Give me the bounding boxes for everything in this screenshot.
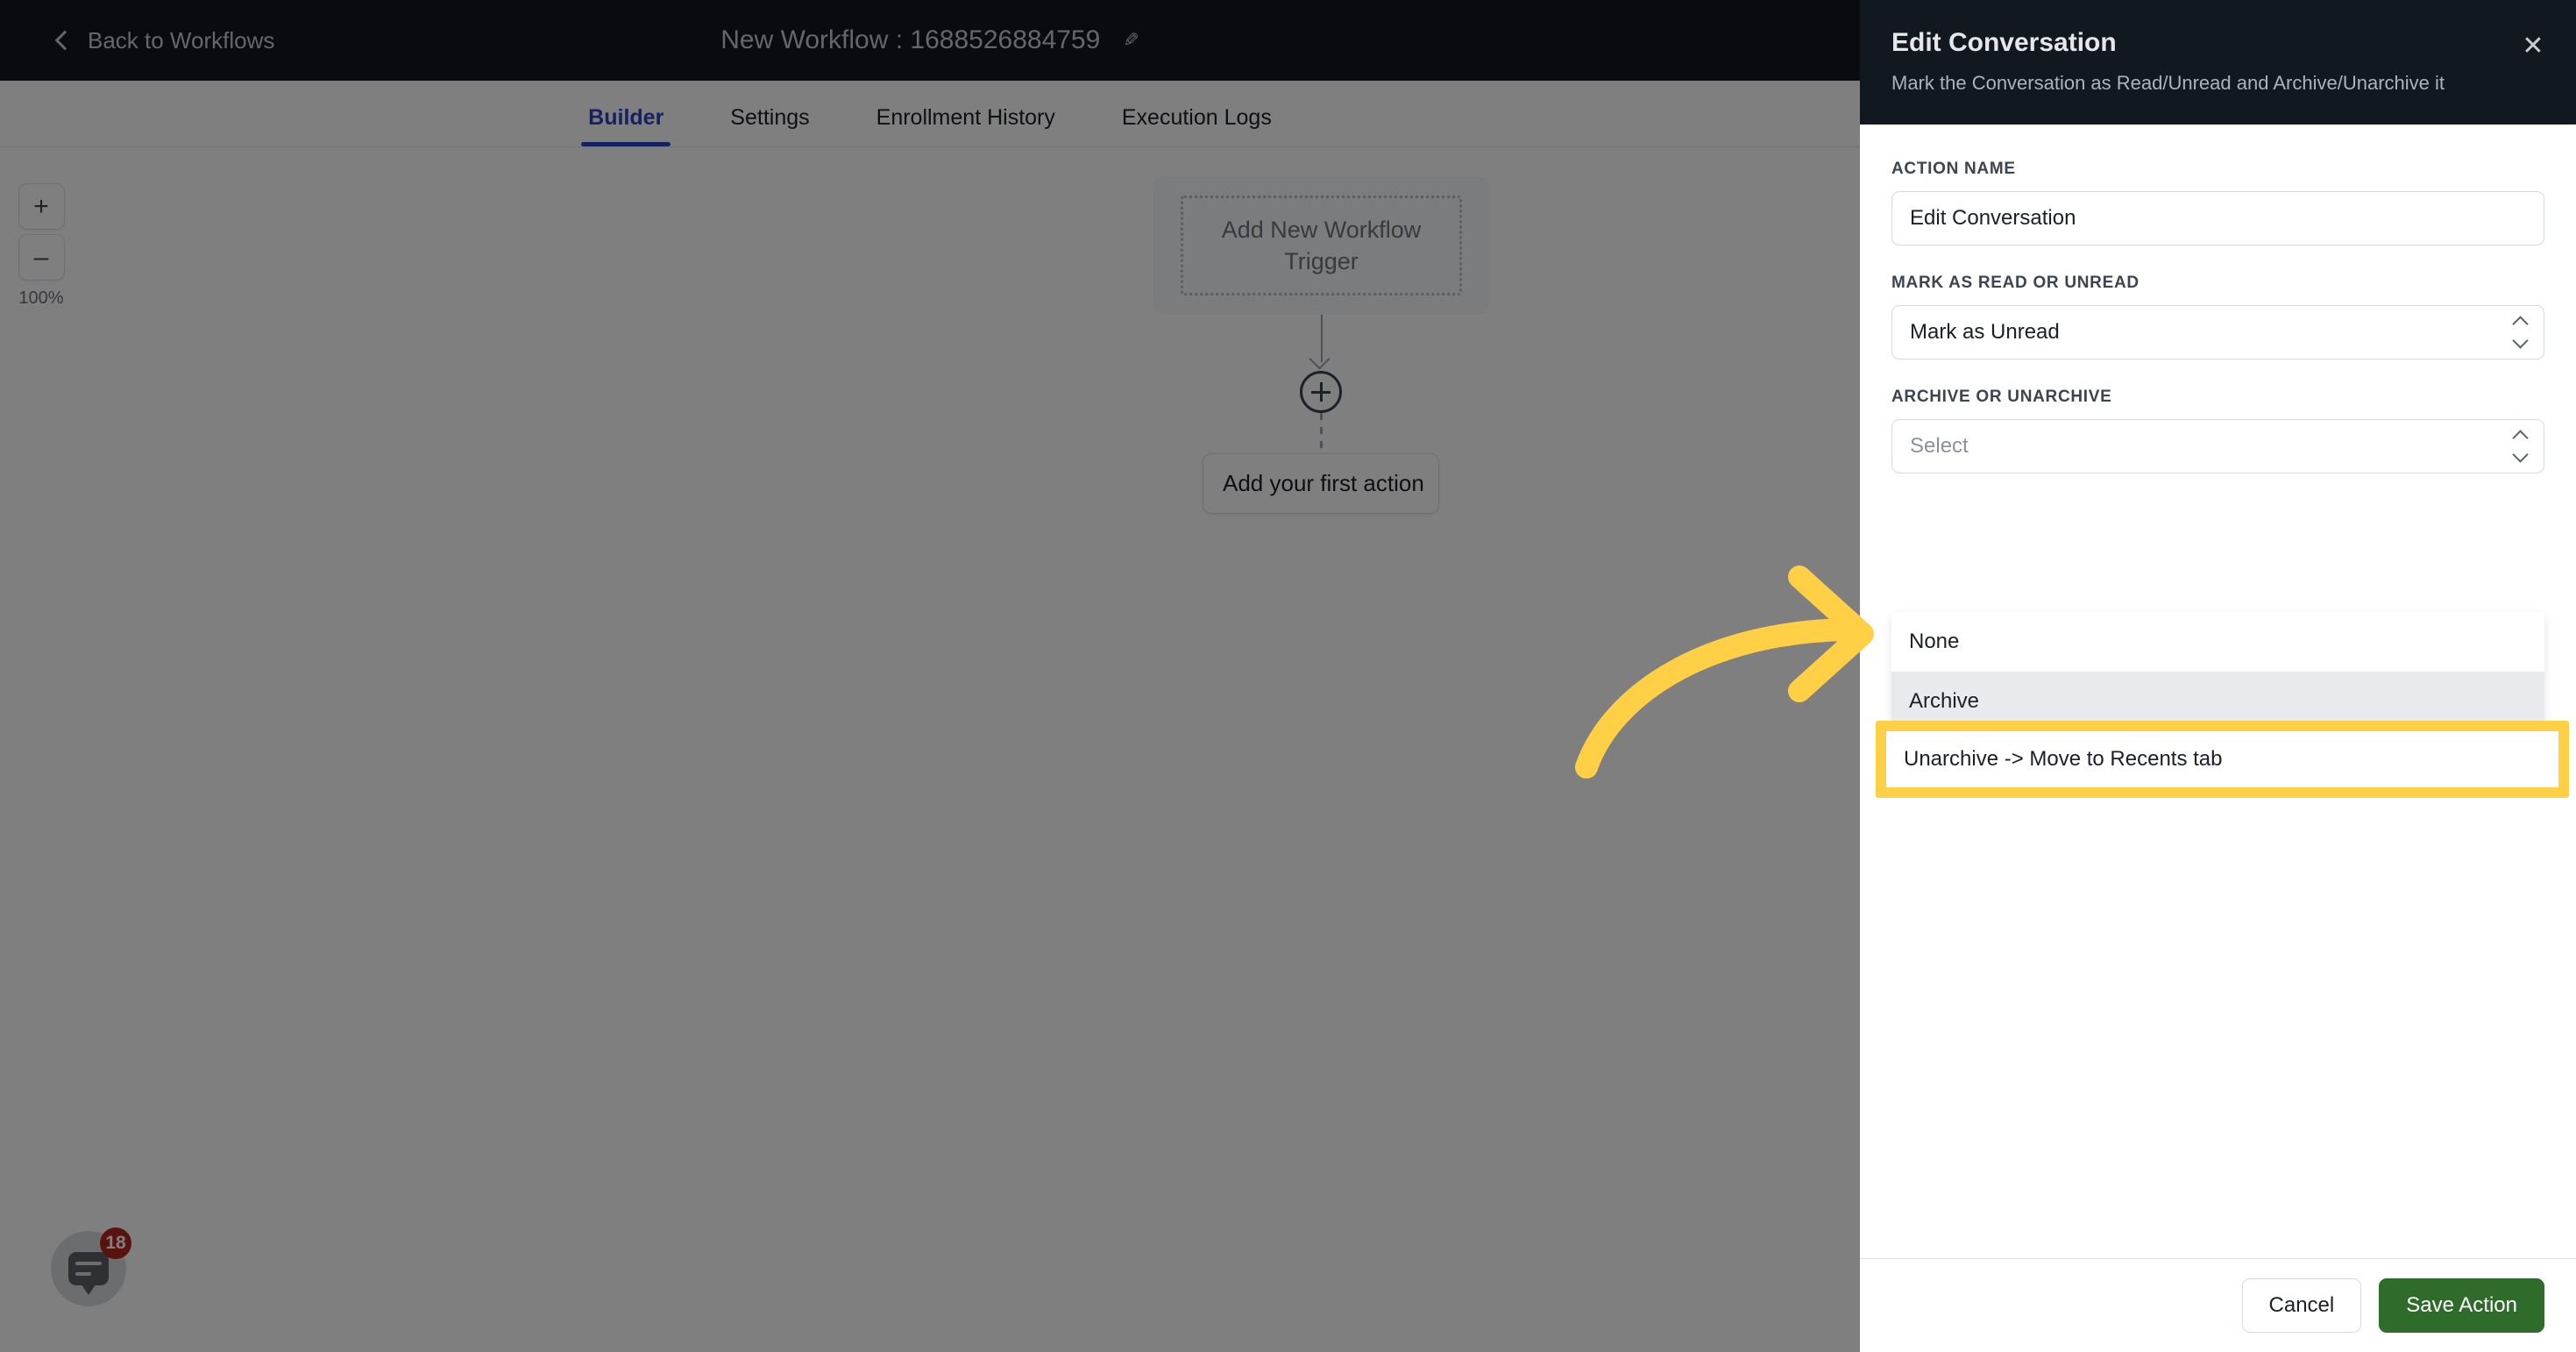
edit-conversation-panel: Edit Conversation Mark the Conversation … — [1860, 0, 2576, 1352]
connector-arrow-icon — [1310, 352, 1331, 366]
mark-read-unread-value: Mark as Unread — [1910, 320, 2060, 344]
mark-read-unread-label: MARK AS READ OR UNREAD — [1891, 274, 2140, 292]
dropdown-option-archive-label: Archive — [1909, 689, 1980, 713]
archive-unarchive-value: Select — [1910, 434, 1969, 458]
dropdown-option-unarchive-label: Unarchive -> Move to Recents tab — [1904, 747, 2223, 771]
tab-execution-logs[interactable]: Execution Logs — [1115, 105, 1279, 146]
workflow-flow: Add New Workflow Trigger Add your first … — [1153, 176, 1503, 514]
add-workflow-trigger-label: Add New Workflow Trigger — [1181, 196, 1462, 295]
chat-line-2 — [75, 1272, 91, 1276]
action-name-label: ACTION NAME — [1891, 160, 2016, 178]
chevron-left-icon — [54, 30, 75, 51]
archive-unarchive-select[interactable]: Select — [1891, 419, 2544, 473]
tab-bar: Builder Settings Enrollment History Exec… — [0, 81, 1860, 147]
add-workflow-trigger-card[interactable]: Add New Workflow Trigger — [1153, 176, 1490, 315]
highlight-annotation-box: Unarchive -> Move to Recents tab — [1876, 721, 2569, 798]
zoom-in-button[interactable]: + — [18, 183, 65, 230]
action-name-input[interactable] — [1891, 191, 2544, 245]
archive-unarchive-label: ARCHIVE OR UNARCHIVE — [1891, 388, 2112, 406]
plus-circle-icon[interactable] — [1300, 371, 1342, 413]
tab-enrollment-history-label: Enrollment History — [876, 105, 1055, 130]
workflow-canvas[interactable]: + – 100% Add New Workflow Trigger Add yo… — [0, 148, 1860, 1352]
panel-header: Edit Conversation Mark the Conversation … — [1860, 0, 2576, 125]
tab-settings[interactable]: Settings — [723, 105, 816, 146]
zoom-level-label: 100% — [18, 288, 64, 308]
tab-builder-label: Builder — [588, 105, 664, 130]
workflow-title: New Workflow : 1688526884759 ✎ — [720, 25, 1139, 55]
trigger-connector — [1153, 315, 1490, 371]
panel-title: Edit Conversation — [1891, 28, 2117, 57]
save-action-button[interactable]: Save Action — [2379, 1278, 2544, 1333]
zoom-out-button[interactable]: – — [18, 234, 65, 281]
main-app-area: Back to Workflows New Workflow : 1688526… — [0, 0, 1860, 1352]
chat-glyph — [68, 1252, 109, 1295]
panel-body: ACTION NAME MARK AS READ OR UNREAD Mark … — [1860, 125, 2576, 1258]
chat-unread-badge: 18 — [100, 1227, 131, 1259]
zoom-out-label: – — [33, 242, 49, 272]
add-first-action-button[interactable]: Add your first action — [1203, 453, 1439, 514]
dropdown-option-unarchive[interactable]: Unarchive -> Move to Recents tab — [1886, 731, 2558, 787]
stepper-updown-icon — [2512, 430, 2529, 463]
tab-settings-label: Settings — [730, 105, 810, 130]
top-bar: Back to Workflows New Workflow : 1688526… — [0, 0, 1860, 81]
workflow-title-text: New Workflow : 1688526884759 — [720, 25, 1101, 54]
zoom-controls: + – 100% — [15, 183, 67, 309]
zoom-in-label: + — [33, 191, 49, 221]
mark-read-unread-field-block: MARK AS READ OR UNREAD Mark as Unread — [1891, 274, 2544, 359]
archive-unarchive-field-block: ARCHIVE OR UNARCHIVE Select — [1891, 388, 2544, 473]
mark-read-unread-select[interactable]: Mark as Unread — [1891, 305, 2544, 359]
chat-line-1 — [75, 1262, 102, 1265]
workflow-builder-screen: Back to Workflows New Workflow : 1688526… — [0, 0, 2576, 1352]
dashed-connector — [1320, 413, 1323, 453]
dropdown-option-none-label: None — [1909, 630, 1960, 653]
back-to-workflows-label: Back to Workflows — [88, 26, 275, 53]
dropdown-option-none[interactable]: None — [1891, 612, 2544, 672]
archive-unarchive-dropdown: None Archive — [1891, 612, 2544, 731]
tab-builder[interactable]: Builder — [581, 105, 671, 146]
pencil-icon[interactable]: ✎ — [1123, 29, 1139, 52]
stepper-updown-icon — [2512, 316, 2529, 349]
action-name-field-block: ACTION NAME — [1891, 160, 2544, 245]
add-first-action-label: Add your first action — [1223, 470, 1424, 496]
tab-enrollment-history[interactable]: Enrollment History — [869, 105, 1062, 146]
tab-execution-logs-label: Execution Logs — [1121, 105, 1272, 130]
panel-subtitle: Mark the Conversation as Read/Unread and… — [1891, 72, 2445, 94]
panel-footer: Cancel Save Action — [1860, 1258, 2576, 1352]
close-icon[interactable]: ✕ — [2518, 32, 2548, 61]
chat-bubble-icon[interactable]: 18 — [51, 1227, 131, 1306]
cancel-button[interactable]: Cancel — [2241, 1278, 2362, 1333]
back-to-workflows-button[interactable]: Back to Workflows — [54, 27, 274, 54]
